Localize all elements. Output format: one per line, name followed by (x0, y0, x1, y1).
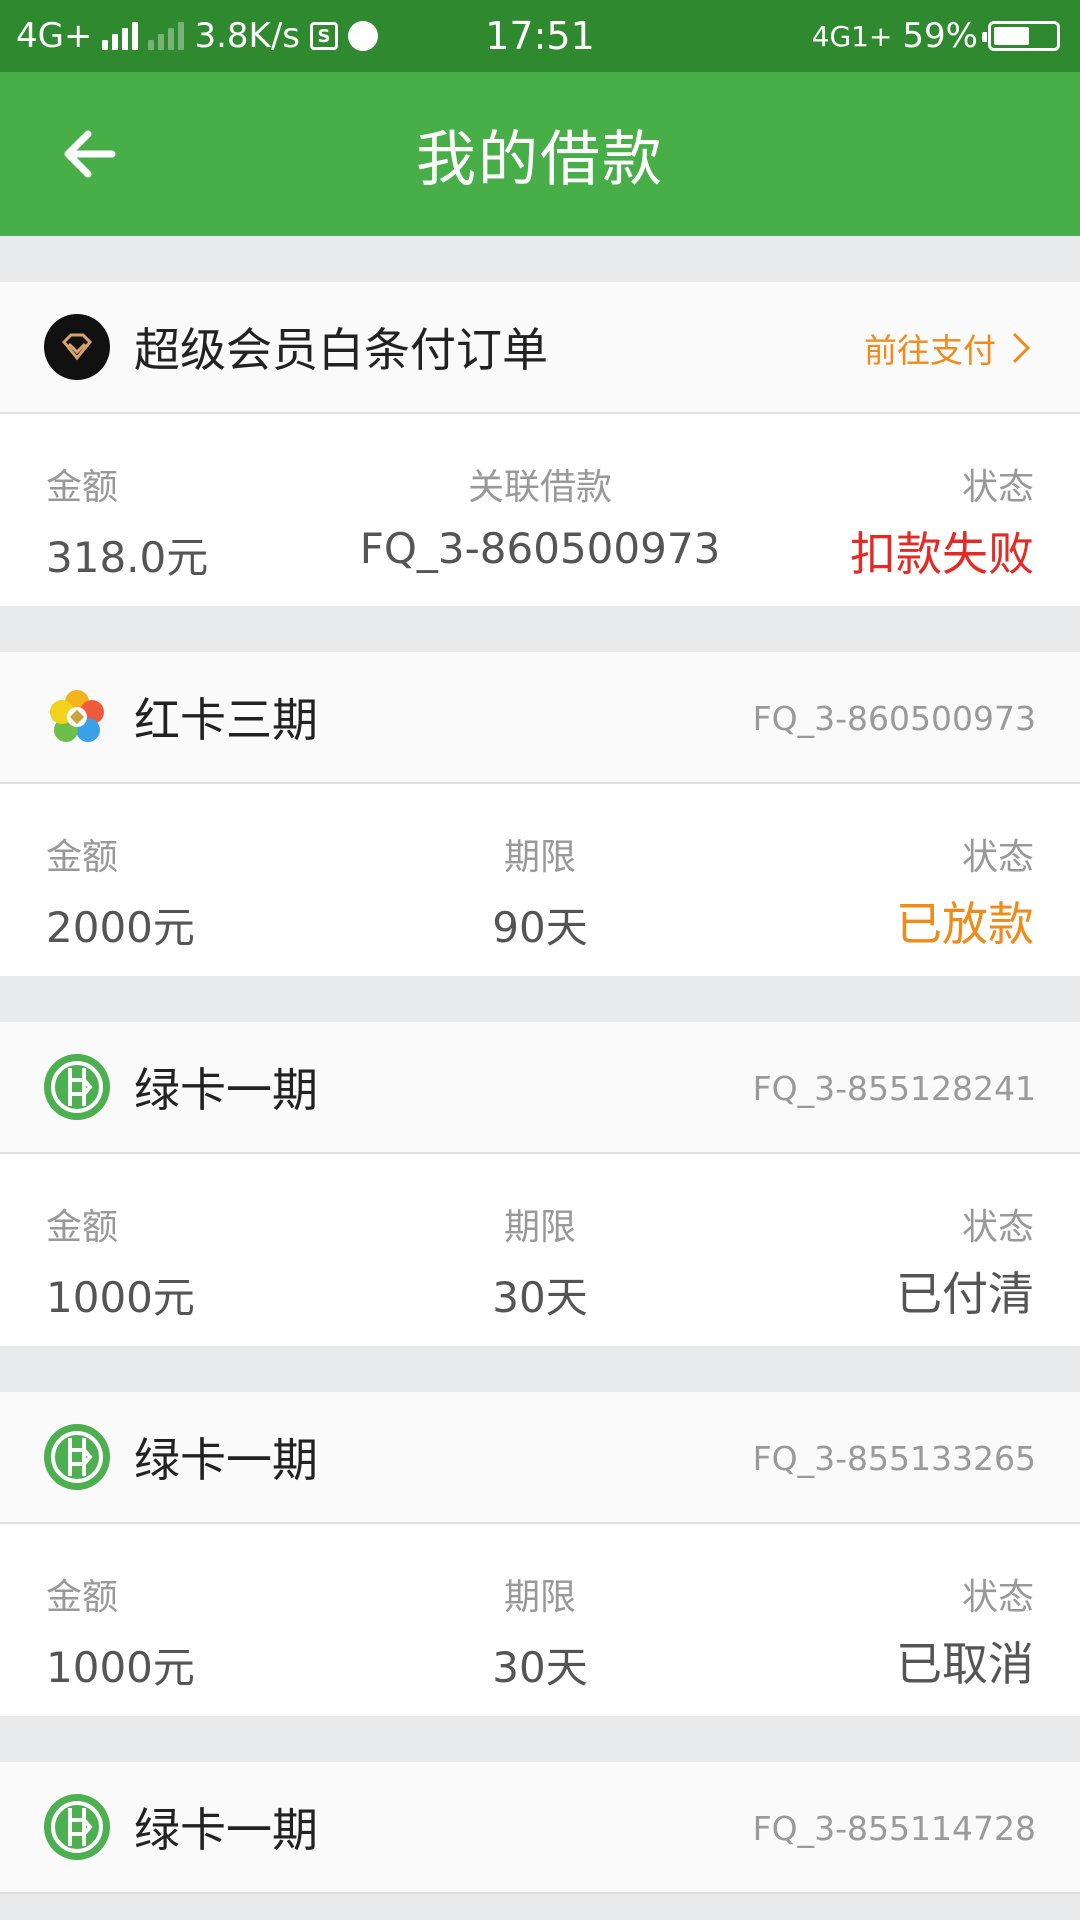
info-column: 状态已付清 (896, 1198, 1034, 1324)
card-title: 绿卡一期 (134, 1803, 318, 1857)
battery-percent: 59% (902, 16, 978, 56)
info-label: 关联借款 (467, 467, 612, 508)
info-column: 金额 1000元 (46, 1198, 195, 1325)
red-card-icon (44, 684, 110, 750)
card-header: 绿卡一期 FQ_3-855133265 (0, 1392, 1080, 1524)
info-label: 状态 (961, 1207, 1034, 1248)
info-label: 状态 (961, 467, 1034, 508)
info-label: 状态 (961, 1577, 1034, 1618)
info-column: 金额 1000元 (46, 1568, 195, 1695)
card-title: 绿卡一期 (134, 1433, 318, 1487)
card-header: 红卡三期 FQ_3-860500973 (0, 652, 1080, 784)
loan-card[interactable]: 红卡三期 FQ_3-860500973 金额 2000元 期限 90天 状态已放款 (0, 652, 1080, 976)
card-title: 绿卡一期 (134, 1063, 318, 1117)
card-header: 绿卡一期 FQ_3-855128241 (0, 1022, 1080, 1154)
go-pay-label: 前往支付 (864, 331, 996, 370)
loan-id: FQ_3-855133265 (752, 1438, 1036, 1478)
info-column: 状态扣款失败 (850, 458, 1034, 584)
info-column: 关联借款 FQ_3-860500973 (290, 458, 790, 573)
loan-card[interactable]: 绿卡一期 FQ_3-855114728 (0, 1762, 1080, 1894)
info-value: 30天 (492, 1273, 588, 1322)
app-bar: 我的借款 (0, 72, 1080, 236)
info-column: 状态已放款 (896, 828, 1034, 954)
info-column: 金额 2000元 (46, 828, 195, 955)
loan-card[interactable]: 绿卡一期 FQ_3-855128241 金额 1000元 期限 30天 状态已付清 (0, 1022, 1080, 1346)
card-body: 金额 2000元 期限 90天 状态已放款 (0, 784, 1080, 976)
info-label: 期限 (503, 1207, 576, 1248)
loan-id: FQ_3-860500973 (752, 698, 1036, 738)
status-right: 4G1+ 59% (812, 0, 1060, 72)
info-column: 金额 318.0元 (46, 458, 208, 585)
diamond-icon (44, 314, 110, 380)
loan-list: 超级会员白条付订单 前往支付金额 318.0元 关联借款 FQ_3-860500973 状… (0, 236, 1080, 1894)
info-value: 318.0元 (46, 533, 209, 582)
info-column: 期限 30天 (290, 1568, 790, 1695)
info-label: 期限 (503, 1577, 576, 1618)
network-right-label: 4G1+ (811, 19, 893, 53)
card-title: 超级会员白条付订单 (134, 323, 548, 377)
info-label: 金额 (46, 837, 119, 878)
info-value: 2000元 (46, 903, 195, 952)
info-column: 期限 90天 (290, 828, 790, 955)
page-title: 我的借款 (416, 124, 664, 195)
green-card-icon (44, 1424, 110, 1490)
status-bar: 4G+ 3.8K/s S 17:51 4G1+ 59% (0, 0, 1080, 72)
loan-card[interactable]: 超级会员白条付订单 前往支付金额 318.0元 关联借款 FQ_3-860500973 状… (0, 282, 1080, 606)
chevron-right-icon (1012, 332, 1031, 364)
card-body: 金额 318.0元 关联借款 FQ_3-860500973 状态扣款失败 (0, 414, 1080, 606)
card-title: 红卡三期 (134, 693, 318, 747)
info-label: 金额 (46, 1577, 119, 1618)
info-value: 1000元 (46, 1643, 195, 1692)
info-label: 金额 (46, 467, 119, 508)
card-header: 超级会员白条付订单 前往支付 (0, 282, 1080, 414)
card-body: 金额 1000元 期限 30天 状态已取消 (0, 1524, 1080, 1716)
loan-id: FQ_3-855114728 (752, 1808, 1036, 1848)
info-value: 扣款失败 (850, 527, 1034, 581)
info-value: 已取消 (896, 1637, 1034, 1691)
info-column: 状态已取消 (896, 1568, 1034, 1694)
info-value: FQ_3-860500973 (359, 524, 721, 573)
card-body: 金额 1000元 期限 30天 状态已付清 (0, 1154, 1080, 1346)
green-card-icon (44, 1794, 110, 1860)
card-header: 绿卡一期 FQ_3-855114728 (0, 1762, 1080, 1894)
loan-card[interactable]: 绿卡一期 FQ_3-855133265 金额 1000元 期限 30天 状态已取消 (0, 1392, 1080, 1716)
info-value: 已放款 (896, 897, 1034, 951)
info-value: 90天 (492, 903, 588, 952)
info-column: 期限 30天 (290, 1198, 790, 1325)
info-label: 期限 (503, 837, 576, 878)
info-value: 已付清 (896, 1267, 1034, 1321)
green-card-icon (44, 1054, 110, 1120)
info-value: 30天 (492, 1643, 588, 1692)
info-label: 状态 (961, 837, 1034, 878)
loan-id: FQ_3-855128241 (752, 1068, 1036, 1108)
battery-icon (982, 21, 1060, 51)
info-value: 1000元 (46, 1273, 195, 1322)
go-pay-link[interactable]: 前往支付 (864, 282, 1036, 414)
info-label: 金额 (46, 1207, 119, 1248)
